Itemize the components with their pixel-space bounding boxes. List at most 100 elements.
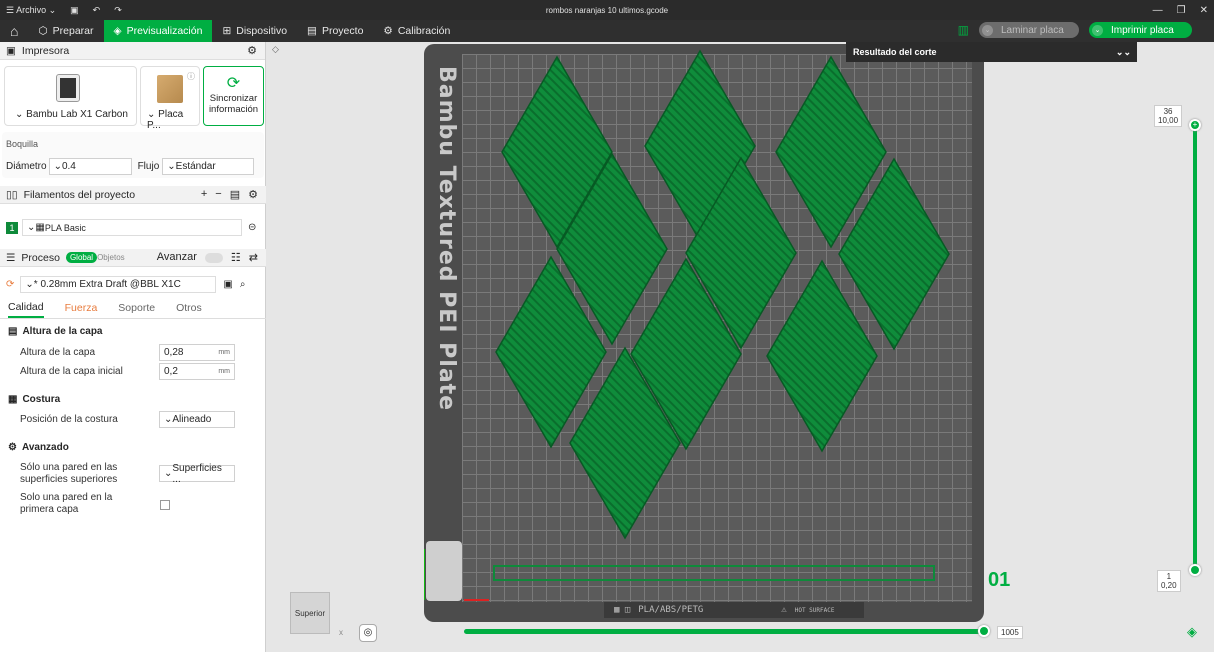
device-icon: ⊞ xyxy=(222,25,232,37)
slice-plate-button[interactable]: ⌄ Laminar placa xyxy=(979,22,1079,38)
plate-number: 01 xyxy=(988,569,1011,591)
file-menu[interactable]: ☰ Archivo ⌄ xyxy=(6,5,56,16)
axis-x-label: x xyxy=(339,628,343,637)
undo-icon[interactable]: ↶ xyxy=(93,5,101,16)
plate-image xyxy=(157,75,183,103)
tab-quality[interactable]: Calidad xyxy=(8,301,44,318)
settings-panel: ▣ Impresora ⚙ ⌄ Bambu Lab X1 Carbon ⓘ ⌄ P… xyxy=(0,42,266,652)
process-tabs: Calidad Fuerza Soporte Otros xyxy=(8,301,202,318)
project-icon: ▤ xyxy=(307,25,317,37)
layer-bottom-tag: 1 0,20 xyxy=(1157,570,1181,592)
save-icon[interactable]: ▣ xyxy=(70,5,79,16)
layer-top-tag: 36 10,00 xyxy=(1154,105,1183,127)
sidebar-toggle-icon[interactable]: ▥ xyxy=(958,23,969,37)
printer-name: Bambu Lab X1 Carbon xyxy=(26,109,128,120)
tab-project[interactable]: ▤ Proyecto xyxy=(297,20,373,42)
tab-preview[interactable]: ◈ Previsualización xyxy=(103,20,213,42)
collapse-panel-icon[interactable]: ◇ xyxy=(272,44,279,55)
close-icon[interactable]: ✕ xyxy=(1200,5,1208,16)
move-count: 1005 xyxy=(997,626,1023,639)
filament-row: 1 ⌄ ▦ PLA Basic ⊝ xyxy=(6,219,256,236)
diameter-label: Diámetro xyxy=(6,161,47,172)
remove-icon[interactable]: − xyxy=(215,188,221,201)
chevron-down-icon: ⌄ xyxy=(164,468,173,479)
seam-position-select[interactable]: ⌄ Alineado xyxy=(159,411,235,428)
global-toggle[interactable]: Global xyxy=(65,252,98,263)
plate-selector[interactable]: ⓘ ⌄ Placa P... xyxy=(140,66,200,131)
objects-toggle[interactable]: Objetos xyxy=(97,253,125,262)
top-wall-select[interactable]: ⌄ Superficies ... xyxy=(159,463,235,485)
flow-select[interactable]: ⌄ Estándar xyxy=(162,158,255,175)
diameter-select[interactable]: ⌄ 0.4 xyxy=(48,158,132,175)
initial-layer-height-input[interactable]: 0,2 mm xyxy=(159,363,235,380)
process-profile-select[interactable]: ⌄ * 0.28mm Extra Draft @BBL X1C xyxy=(20,276,217,293)
filament-slot[interactable]: 1 xyxy=(6,221,18,234)
flow-label: Flujo xyxy=(137,161,160,172)
tab-others[interactable]: Otros xyxy=(176,302,202,317)
window-title: rombos naranjas 10 ultimos.gcode xyxy=(545,5,669,15)
add-icon[interactable]: + xyxy=(201,188,207,201)
filament-select[interactable]: ⌄ ▦ PLA Basic xyxy=(22,219,242,236)
first-wall-label: Solo una pared en la primera capa xyxy=(20,492,113,515)
search-icon[interactable]: ⌕ xyxy=(240,279,246,290)
restore-icon[interactable]: ❐ xyxy=(1177,5,1186,16)
tab-strength[interactable]: Fuerza xyxy=(65,302,98,317)
build-plate[interactable]: Bambu Textured PEI Plate ▦ ◫ PLA/ABS/PET… xyxy=(424,44,984,622)
chevron-down-icon: ⌄ xyxy=(164,414,173,425)
gear-icon[interactable]: ⚙ xyxy=(248,188,258,201)
cube-icon: ⬡ xyxy=(38,25,48,37)
title-bar: ☰ Archivo ⌄ ▣ ↶ ↷ rombos naranjas 10 ult… xyxy=(0,0,1214,20)
seam-position-label: Posición de la costura xyxy=(20,414,118,425)
tab-device[interactable]: ⊞ Dispositivo xyxy=(212,20,297,42)
chevron-down-icon: ⌄ xyxy=(53,161,62,172)
process-icon: ☰ xyxy=(6,251,16,264)
compare-icon[interactable]: ⇄ xyxy=(249,251,258,264)
layers-legend-icon[interactable]: ◈ xyxy=(1187,624,1197,640)
filament-icon: ▯▯ xyxy=(6,188,18,201)
slice-result-panel[interactable]: Resultado del corte ⌄⌄ xyxy=(846,42,1137,62)
gear-icon[interactable]: ⚙ xyxy=(247,44,257,57)
save-profile-icon[interactable]: ▣ xyxy=(223,279,232,290)
plate-footer: ▦ ◫ PLA/ABS/PETG ⚠ HOT SURFACE xyxy=(604,602,864,618)
reset-icon[interactable]: ⟳ xyxy=(6,279,14,290)
sync-icon: ⟳ xyxy=(226,75,241,92)
edit-filament-icon[interactable]: ▤ xyxy=(230,188,240,201)
tab-support[interactable]: Soporte xyxy=(118,302,155,317)
home-icon[interactable]: ⌂ xyxy=(0,20,28,42)
bambu-logo-icon: ▦ ◫ xyxy=(614,605,631,615)
layer-slider[interactable] xyxy=(1193,125,1197,571)
tab-prepare[interactable]: ⬡ Preparar xyxy=(28,20,103,42)
chevron-down-icon[interactable]: ⌄ xyxy=(1092,24,1103,36)
tab-calibration[interactable]: ⚙ Calibración xyxy=(373,20,460,42)
minimize-icon[interactable]: — xyxy=(1153,5,1163,16)
collapse-icon[interactable]: ⌄⌄ xyxy=(1116,47,1131,58)
calibration-icon: ⚙ xyxy=(383,25,393,37)
divider xyxy=(0,318,266,319)
move-slider[interactable] xyxy=(464,629,986,634)
printer-selector[interactable]: ⌄ Bambu Lab X1 Carbon xyxy=(4,66,137,126)
list-icon[interactable]: ☷ xyxy=(231,251,241,264)
layer-top-handle[interactable]: + xyxy=(1189,119,1201,131)
plate-corner-marker xyxy=(426,541,462,601)
redo-icon[interactable]: ↷ xyxy=(114,5,122,16)
move-slider-handle[interactable] xyxy=(978,625,990,637)
sync-info-button[interactable]: ⟳ Sincronizar información xyxy=(203,66,264,126)
fit-view-icon[interactable]: ◎ xyxy=(359,624,377,642)
view-cube[interactable]: Superior xyxy=(290,592,330,634)
chevron-down-icon[interactable]: ⌄ xyxy=(982,24,993,36)
chevron-down-icon: ⌄ xyxy=(15,109,27,120)
chevron-down-icon: ⌄ xyxy=(167,161,176,172)
layers-icon: ▤ xyxy=(8,326,18,337)
layer-height-input[interactable]: 0,28 mm xyxy=(159,344,235,361)
filament-settings-icon[interactable]: ⊝ xyxy=(248,222,256,233)
advanced-group: ⚙ Avanzado xyxy=(8,442,69,453)
initial-layer-height-label: Altura de la capa inicial xyxy=(20,366,123,377)
process-profile-row: ⟳ ⌄ * 0.28mm Extra Draft @BBL X1C ▣ ⌕ xyxy=(6,276,245,293)
advanced-icon: ⚙ xyxy=(8,442,17,453)
advanced-toggle[interactable] xyxy=(204,253,223,263)
layer-bottom-handle[interactable] xyxy=(1189,564,1201,576)
info-icon[interactable]: ⓘ xyxy=(187,71,195,82)
first-wall-checkbox[interactable] xyxy=(160,500,170,510)
print-models[interactable] xyxy=(424,44,984,622)
print-plate-button[interactable]: ⌄ Imprimir placa xyxy=(1089,22,1192,38)
